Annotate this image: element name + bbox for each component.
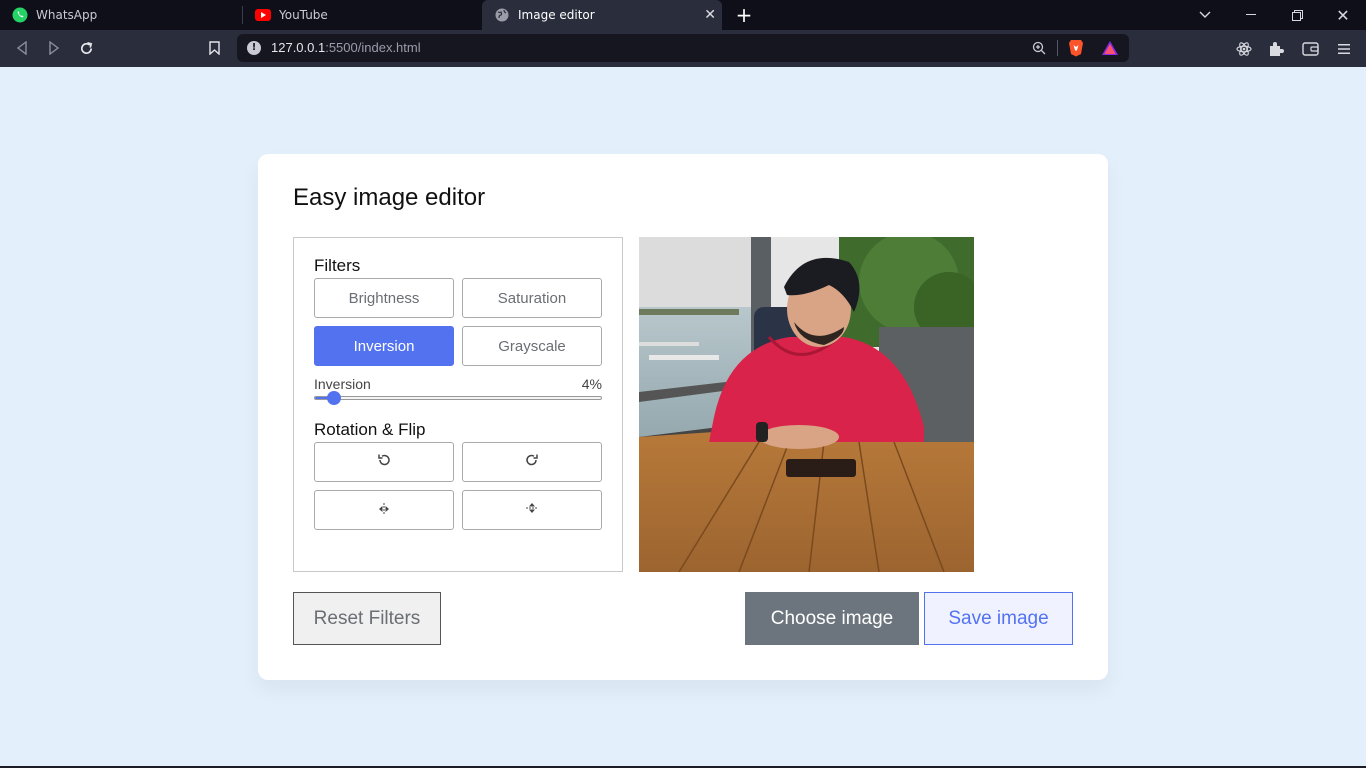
filter-saturation-button[interactable]: Saturation bbox=[462, 278, 602, 318]
filter-inversion-button[interactable]: Inversion bbox=[314, 326, 454, 366]
minimize-icon[interactable] bbox=[1228, 0, 1274, 30]
browser-toolbar: ! 127.0.0.1:5500/index.html bbox=[0, 30, 1366, 67]
youtube-icon bbox=[255, 7, 271, 23]
slider-label: Inversion bbox=[314, 376, 371, 392]
menu-icon[interactable] bbox=[1335, 40, 1353, 58]
url-host: 127.0.0.1 bbox=[271, 40, 326, 55]
filters-title: Filters bbox=[314, 256, 361, 275]
filter-brightness-button[interactable]: Brightness bbox=[314, 278, 454, 318]
close-window-icon[interactable]: ✕ bbox=[1320, 0, 1366, 30]
chevron-down-icon[interactable] bbox=[1182, 0, 1228, 30]
forward-icon[interactable] bbox=[44, 38, 64, 58]
rotation-title: Rotation & Flip bbox=[314, 420, 426, 439]
globe-icon bbox=[494, 7, 510, 23]
url-path: :5500/index.html bbox=[325, 40, 421, 55]
flip-vertical-button[interactable] bbox=[462, 490, 602, 530]
restore-icon[interactable] bbox=[1274, 0, 1320, 30]
tab-whatsapp[interactable]: WhatsApp bbox=[0, 0, 242, 30]
rotate-right-button[interactable] bbox=[462, 442, 602, 482]
url-divider bbox=[1057, 40, 1058, 56]
brave-shield-icon[interactable] bbox=[1067, 39, 1085, 57]
save-image-button[interactable]: Save image bbox=[924, 592, 1073, 645]
browser-tab-bar: WhatsApp YouTube Image editor ✕ + ✕ bbox=[0, 0, 1366, 30]
filter-grayscale-button[interactable]: Grayscale bbox=[462, 326, 602, 366]
tab-title: WhatsApp bbox=[36, 8, 98, 22]
wallet-icon[interactable] bbox=[1301, 40, 1319, 58]
address-bar[interactable]: ! 127.0.0.1:5500/index.html bbox=[237, 34, 1129, 62]
flip-vertical-icon bbox=[526, 501, 538, 519]
slider-value: 4% bbox=[581, 376, 602, 392]
tab-title: YouTube bbox=[279, 8, 328, 22]
tab-youtube[interactable]: YouTube bbox=[243, 0, 481, 30]
brave-rewards-icon[interactable] bbox=[1101, 39, 1119, 57]
react-devtools-icon[interactable] bbox=[1235, 40, 1253, 58]
rotate-left-button[interactable] bbox=[314, 442, 454, 482]
close-tab-icon[interactable]: ✕ bbox=[704, 7, 716, 23]
editor-panel: Filters Brightness Saturation Inversion … bbox=[293, 237, 623, 572]
flip-horizontal-icon bbox=[377, 502, 391, 519]
site-info-icon[interactable]: ! bbox=[247, 41, 261, 55]
whatsapp-icon bbox=[12, 7, 28, 23]
url-text[interactable]: 127.0.0.1:5500/index.html bbox=[271, 40, 421, 55]
extensions-icon[interactable] bbox=[1267, 40, 1285, 58]
flip-horizontal-button[interactable] bbox=[314, 490, 454, 530]
reload-icon[interactable] bbox=[76, 38, 96, 58]
image-preview bbox=[639, 237, 974, 572]
rotate-left-icon bbox=[377, 453, 391, 471]
preview-photo bbox=[639, 237, 974, 572]
choose-image-button[interactable]: Choose image bbox=[745, 592, 919, 645]
back-icon[interactable] bbox=[12, 38, 32, 58]
new-tab-icon[interactable]: + bbox=[731, 0, 757, 30]
filter-slider[interactable] bbox=[314, 391, 602, 405]
editor-card: Easy image editor Filters Brightness Sat… bbox=[258, 154, 1108, 680]
page-title: Easy image editor bbox=[293, 184, 486, 211]
slider-thumb[interactable] bbox=[327, 391, 341, 405]
rotate-right-icon bbox=[525, 453, 539, 471]
tab-image-editor[interactable]: Image editor ✕ bbox=[482, 0, 722, 30]
tab-title: Image editor bbox=[518, 8, 595, 22]
reset-filters-button[interactable]: Reset Filters bbox=[293, 592, 441, 645]
bookmark-icon[interactable] bbox=[204, 38, 224, 58]
zoom-icon[interactable] bbox=[1030, 39, 1048, 57]
